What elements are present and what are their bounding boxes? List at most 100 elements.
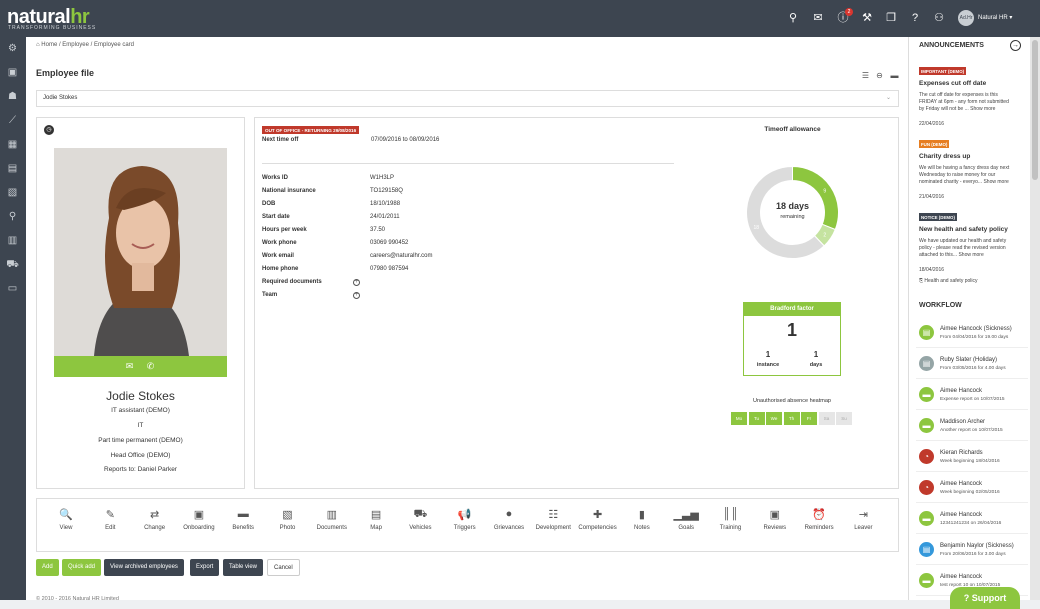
attachment-icon: ⎘ bbox=[919, 278, 924, 284]
detail-value[interactable]: careers@naturalhr.com bbox=[370, 253, 432, 259]
action-vehicles[interactable]: ⛟ Vehicles bbox=[400, 508, 440, 531]
action-label: Documents bbox=[316, 525, 347, 531]
email-icon[interactable]: ✉ bbox=[124, 361, 135, 372]
employee-select[interactable]: Jodie Stokes bbox=[36, 90, 899, 107]
employee-manager[interactable]: Reports to: Daniel Parker bbox=[36, 466, 245, 473]
copyright: © 2010 - 2016 Natural HR Limited bbox=[36, 596, 119, 602]
table-view-button[interactable]: Table view bbox=[223, 559, 264, 576]
action-triggers[interactable]: 📢 Triggers bbox=[445, 508, 485, 531]
dashboard-icon[interactable]: ▣ bbox=[6, 66, 19, 79]
archived-employees-button[interactable]: View archived employees bbox=[104, 559, 184, 576]
minus-circle-icon[interactable]: ⊖ bbox=[875, 71, 884, 80]
workflow-icon: ▬ bbox=[919, 511, 934, 526]
list-icon[interactable]: ☰ bbox=[861, 71, 870, 80]
phone-icon[interactable]: ✆ bbox=[145, 361, 156, 372]
help-icon[interactable]: ? bbox=[908, 11, 922, 25]
action-grievances[interactable]: ● Grievances bbox=[489, 508, 529, 531]
export-button[interactable]: Export bbox=[190, 559, 220, 576]
workflow-name[interactable]: Ruby Slater (Holiday) bbox=[940, 357, 997, 363]
bradford-instances-label: instance bbox=[756, 362, 780, 368]
next-time-off-value: 07/09/2016 to 08/09/2016 bbox=[371, 137, 440, 143]
action-competencies[interactable]: ✚ Competencies bbox=[578, 508, 618, 531]
announcement-title[interactable]: Charity dress up bbox=[919, 153, 970, 160]
action-benefits[interactable]: ▬ Benefits bbox=[223, 508, 263, 531]
quick-add-button[interactable]: Quick add bbox=[62, 559, 102, 576]
card-icon[interactable]: ▬ bbox=[890, 71, 899, 80]
bradford-days-label: days bbox=[809, 362, 823, 368]
arrow-right-icon[interactable]: → bbox=[1010, 40, 1021, 51]
search-icon[interactable]: ⚲ bbox=[6, 210, 19, 223]
announcement-line[interactable]: nominated charity - everyo... Show more bbox=[919, 179, 1021, 186]
timeoff-remaining-value: 18 days bbox=[775, 201, 810, 211]
action-reviews[interactable]: ▣ Reviews bbox=[755, 508, 795, 531]
support-button[interactable]: ? Support bbox=[950, 587, 1020, 609]
workflow-name[interactable]: Aimee Hancock bbox=[940, 388, 982, 394]
action-leaver[interactable]: ⇥ Leaver bbox=[843, 508, 883, 531]
vehicle-icon[interactable]: ⛟ bbox=[6, 258, 19, 271]
workflow-name[interactable]: Aimee Hancock bbox=[940, 574, 982, 580]
monitor-icon[interactable]: ▭ bbox=[6, 282, 19, 295]
action-label: Onboarding bbox=[183, 525, 215, 531]
workflow-sub: Another report on 10/07/2015 bbox=[940, 428, 1003, 433]
workflow-name[interactable]: Maddison Archer bbox=[940, 419, 985, 425]
donut-segment-label: 9 bbox=[823, 189, 826, 195]
cancel-button[interactable]: Cancel bbox=[267, 559, 300, 576]
action-edit[interactable]: ✎ Edit bbox=[90, 508, 130, 531]
org-chart-icon[interactable]: ▧ bbox=[6, 186, 19, 199]
action-view[interactable]: 🔍 View bbox=[46, 508, 86, 531]
action-change[interactable]: ⇄ Change bbox=[135, 508, 175, 531]
action-label: Map bbox=[370, 525, 382, 531]
briefcase-icon: ▬ bbox=[237, 508, 249, 520]
scrollbar-thumb[interactable] bbox=[1032, 40, 1038, 180]
announcement-title[interactable]: New health and safety policy bbox=[919, 226, 1008, 233]
attachment-name[interactable]: Health and safety policy bbox=[924, 278, 977, 284]
reports-icon[interactable]: ⟋ bbox=[6, 114, 19, 127]
announcement-line[interactable]: by Friday will not be ... Show more bbox=[919, 106, 1021, 113]
heatmap-title: Unauthorised absence heatmap bbox=[753, 398, 831, 404]
add-document-icon[interactable]: + bbox=[353, 279, 360, 286]
workflow-icon: ▬ bbox=[919, 387, 934, 402]
wrench-icon[interactable]: ⚒ bbox=[860, 11, 874, 25]
user-menu[interactable]: Natural HR ▾ bbox=[978, 14, 1012, 21]
workflow-name[interactable]: Aimee Hancock bbox=[940, 481, 982, 487]
mail-icon[interactable]: ✉ bbox=[811, 11, 825, 25]
announcement-title[interactable]: Expenses cut off date bbox=[919, 80, 986, 87]
action-documents[interactable]: ▥ Documents bbox=[312, 508, 352, 531]
donut-segment[interactable] bbox=[792, 166, 839, 231]
search-icon[interactable]: ⚲ bbox=[786, 11, 800, 25]
workflow-name[interactable]: Kieran Richards bbox=[940, 450, 983, 456]
action-map[interactable]: ▤ Map bbox=[356, 508, 396, 531]
action-notes[interactable]: ▮ Notes bbox=[622, 508, 662, 531]
book-icon[interactable]: ▥ bbox=[6, 234, 19, 247]
workflow-name[interactable]: Aimee Hancock bbox=[940, 512, 982, 518]
home-icon[interactable]: ⌂ bbox=[36, 42, 40, 48]
announcement-attachment[interactable]: ⎘ Health and safety policy bbox=[919, 278, 978, 284]
workflow-name[interactable]: Benjamin Naylor (Sickness) bbox=[940, 543, 1014, 549]
copy-icon[interactable]: ❐ bbox=[884, 11, 898, 25]
people-icon[interactable]: ☗ bbox=[6, 90, 19, 103]
add-button[interactable]: Add bbox=[36, 559, 59, 576]
announcement-line[interactable]: attached to this... Show more bbox=[919, 252, 1021, 259]
contact-bar bbox=[54, 356, 227, 377]
clock-icon[interactable]: ◷ bbox=[44, 125, 54, 135]
breadcrumb-text[interactable]: Home / Employee / Employee card bbox=[41, 42, 134, 48]
chevron-down-icon[interactable]: ⌄ bbox=[886, 94, 891, 101]
avatar[interactable]: Ad.Hr bbox=[958, 10, 974, 26]
detail-value: 07980 987594 bbox=[370, 266, 409, 272]
timeoff-donut-chart: 9 2 18 bbox=[746, 166, 839, 259]
breadcrumb[interactable]: ⌂ Home / Employee / Employee card bbox=[36, 42, 134, 48]
add-team-icon[interactable]: + bbox=[353, 292, 360, 299]
documents-icon[interactable]: ▤ bbox=[6, 162, 19, 175]
next-time-off-label: Next time off bbox=[262, 137, 299, 143]
action-reminders[interactable]: ⏰ Reminders bbox=[799, 508, 839, 531]
action-photo[interactable]: ▧ Photo bbox=[268, 508, 308, 531]
action-training[interactable]: ║║ Training bbox=[711, 508, 751, 531]
settings-icon[interactable]: ⚙ bbox=[6, 42, 19, 55]
users-icon[interactable]: ⚇ bbox=[932, 11, 946, 25]
calendar-icon[interactable]: ▦ bbox=[6, 138, 19, 151]
workflow-name[interactable]: Aimee Hancock (Sickness) bbox=[940, 326, 1012, 332]
action-onboarding[interactable]: ▣ Onboarding bbox=[179, 508, 219, 531]
action-goals[interactable]: ▁▃▅ Goals bbox=[666, 508, 706, 531]
action-development[interactable]: ☷ Development bbox=[533, 508, 573, 531]
ladder-icon: ☷ bbox=[548, 509, 559, 521]
